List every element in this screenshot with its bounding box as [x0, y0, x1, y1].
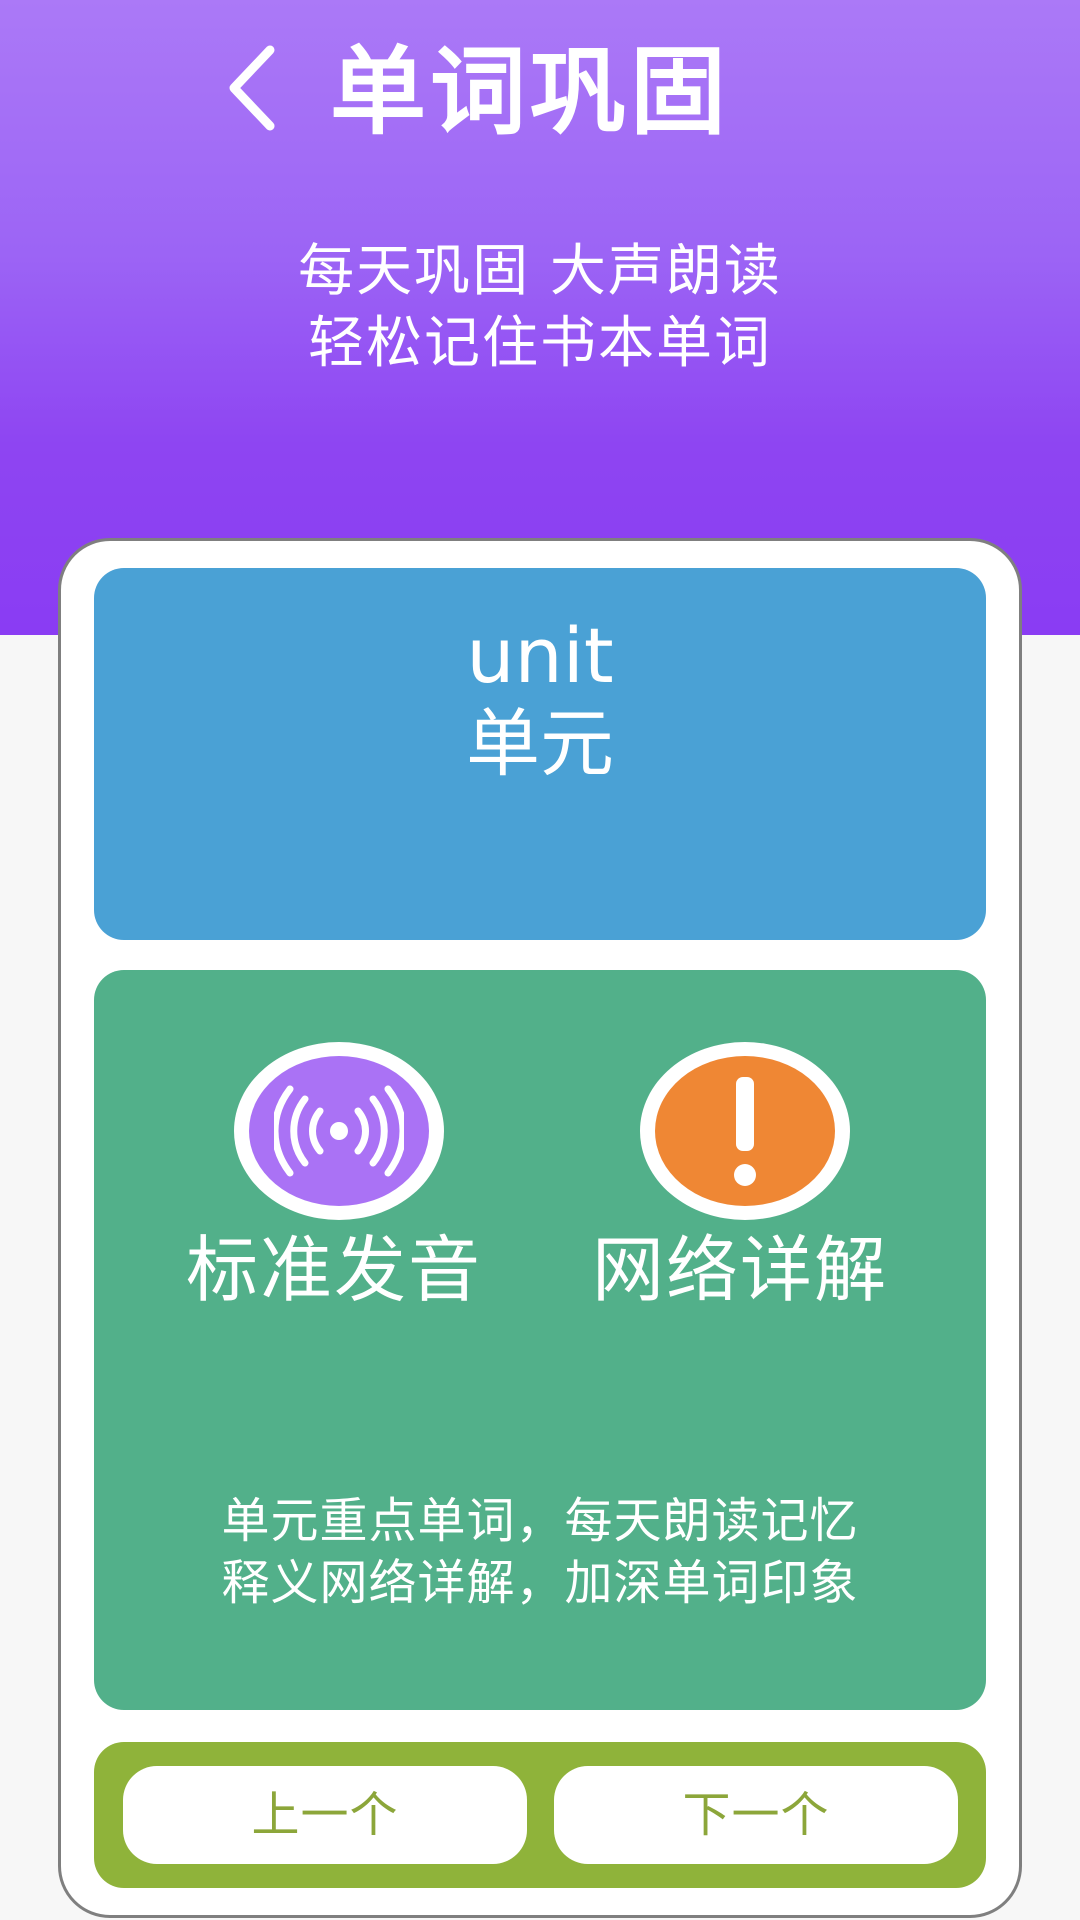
network-detail-icon-background: [655, 1056, 835, 1206]
word-review-screen: 单词巩固 每天巩固 大声朗读 轻松记住书本单词 unit 单元 标准发音 网络详…: [0, 0, 1080, 1920]
network-detail-icon-ring: [640, 1042, 850, 1220]
previous-button[interactable]: 上一个: [123, 1766, 527, 1864]
pronunciation-label: 标准发音: [185, 1228, 482, 1312]
network-detail-button[interactable]: 网络详解: [560, 1042, 920, 1332]
description-line-2: 释义网络详解，加深单词印象: [221, 1555, 859, 1611]
page-title: 单词巩固: [330, 36, 730, 148]
word-card: unit 单元: [94, 568, 986, 940]
header-subtitle: 每天巩固 大声朗读 轻松记住书本单词: [160, 236, 920, 380]
back-button[interactable]: [210, 38, 300, 138]
navigation-panel: 上一个 下一个: [94, 1742, 986, 1888]
exclamation-icon: [734, 1076, 756, 1186]
pronunciation-icon-background: [249, 1056, 429, 1206]
subtitle-line-1: 每天巩固 大声朗读: [298, 239, 782, 304]
word-meaning: 单元: [466, 701, 614, 787]
feature-description: 单元重点单词，每天朗读记忆 释义网络详解，加深单词印象: [154, 1490, 926, 1614]
subtitle-line-2: 轻松记住书本单词: [308, 311, 772, 376]
feature-panel: 标准发音 网络详解 单元重点单词，每天朗读记忆 释义网络详解，加深单词印象: [94, 970, 986, 1710]
next-button[interactable]: 下一个: [554, 1766, 958, 1864]
chevron-left-icon: [229, 45, 275, 131]
pronunciation-icon-ring: [234, 1042, 444, 1220]
pronunciation-button[interactable]: 标准发音: [154, 1042, 514, 1332]
network-detail-label: 网络详解: [591, 1228, 888, 1312]
sound-wave-icon: [274, 1085, 404, 1177]
word-term: unit: [466, 611, 614, 700]
description-line-1: 单元重点单词，每天朗读记忆: [221, 1493, 859, 1549]
